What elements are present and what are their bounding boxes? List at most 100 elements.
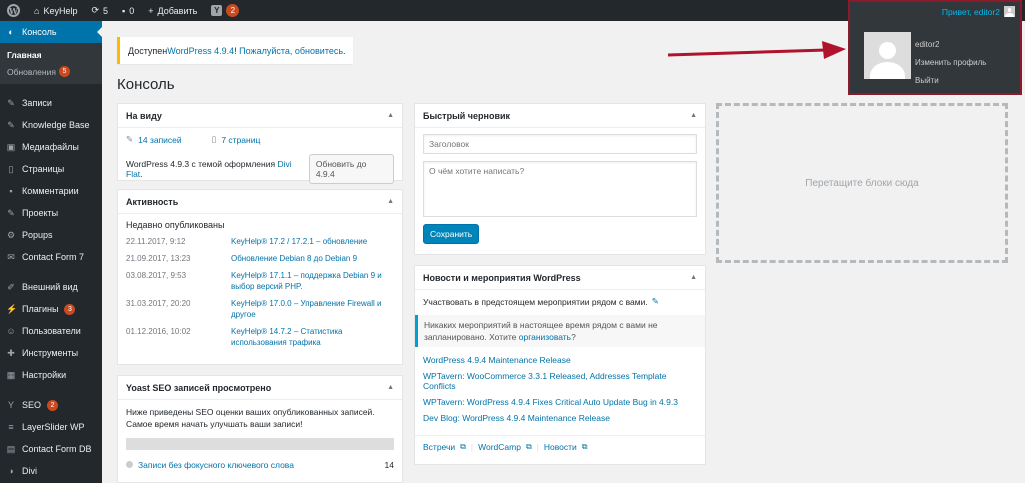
toggle-arrow-icon[interactable]: ▲ [690, 274, 697, 281]
submenu-updates[interactable]: Обновления 5 [0, 63, 102, 80]
updates-badge: 5 [58, 66, 70, 77]
comment-icon: ▪ [122, 5, 126, 16]
widget-header[interactable]: Активность ▲ [118, 190, 402, 214]
external-link-icon: ⧉ [525, 442, 532, 451]
quick-draft-widget: Быстрый черновик ▲ Заголовок О чём хотит… [414, 103, 706, 255]
version-info: WordPress 4.9.3 с темой оформления Divi … [126, 159, 309, 179]
notice-version-link[interactable]: WordPress 4.9.4 [167, 46, 234, 56]
news-link[interactable]: WordPress 4.9.4 Maintenance Release [423, 355, 571, 365]
menu-comments-label: Комментарии [22, 186, 79, 196]
activity-widget: Активность ▲ Недавно опубликованы 22.11.… [117, 189, 403, 365]
menu-pages[interactable]: ▯ Страницы [0, 158, 102, 180]
update-button[interactable]: Обновить до 4.9.4 [308, 154, 394, 184]
menu-comments[interactable]: ▪ Комментарии [0, 180, 102, 202]
menu-seo[interactable]: Y SEO 2 [0, 394, 102, 416]
news-link[interactable]: Dev Blog: WordPress 4.9.4 Maintenance Re… [423, 413, 610, 423]
activity-row: 31.03.2017, 20:20 KeyHelp® 17.0.0 – Упра… [126, 298, 394, 320]
yoast-icon: Y [7, 400, 14, 410]
notice-suffix: . [343, 45, 346, 56]
add-new-menu[interactable]: + Добавить [141, 0, 204, 21]
mail-icon: ✉ [7, 251, 15, 262]
menu-settings[interactable]: ▦ Настройки [0, 364, 102, 386]
menu-plugins[interactable]: ⚡ Плагины 3 [0, 298, 102, 320]
menu-layerslider[interactable]: ≡ LayerSlider WP [0, 416, 102, 438]
pages-count-link[interactable]: 7 страниц [221, 135, 260, 145]
seo-badge: 2 [47, 399, 59, 411]
menu-tools[interactable]: ✚ Инструменты [0, 342, 102, 364]
activity-date: 31.03.2017, 20:20 [126, 299, 191, 308]
toggle-arrow-icon[interactable]: ▲ [690, 112, 697, 119]
comments-link[interactable]: ▪ 0 [115, 0, 141, 21]
news-footer-link[interactable]: Новости [544, 442, 577, 452]
yoast-icon: Y [211, 5, 223, 16]
page-title: Консоль [117, 76, 175, 93]
version-text: WordPress 4.9.3 с темой оформления [126, 159, 278, 169]
brush-icon: ✐ [7, 281, 15, 292]
widget-header[interactable]: Новости и мероприятия WordPress ▲ [415, 266, 705, 290]
submenu-home[interactable]: Главная [0, 47, 102, 63]
divi-icon: ◑ [8, 466, 14, 476]
updates-count: 5 [103, 5, 109, 16]
wp-logo-menu[interactable]: W [0, 0, 27, 21]
avatar[interactable] [864, 32, 911, 79]
pencil-icon[interactable]: ✎ [652, 296, 659, 307]
recent-label: Недавно опубликованы [126, 220, 225, 230]
empty-dropzone[interactable]: Перетащите блоки сюда [716, 103, 1008, 263]
notice-update-link[interactable]: Пожалуйста, обновитесь [239, 46, 343, 56]
menu-contact-form-7[interactable]: ✉ Contact Form 7 [0, 246, 102, 268]
home-icon: ⌂ [34, 5, 40, 16]
menu-media[interactable]: ▣ Медиафайлы [0, 136, 102, 158]
widget-title: Быстрый черновик [423, 110, 511, 121]
menu-posts[interactable]: ✎ Записи [0, 92, 102, 114]
activity-post-link[interactable]: KeyHelp® 17.1.1 – поддержка Debian 9 и в… [231, 270, 394, 292]
draft-content-textarea[interactable]: О чём хотите написать? [423, 161, 697, 217]
yoast-menu[interactable]: Y 2 [204, 0, 246, 21]
gear-icon: ⚙ [6, 229, 16, 240]
widget-header[interactable]: Быстрый черновик ▲ [415, 104, 705, 128]
organize-link[interactable]: организовать [519, 332, 571, 342]
news-link[interactable]: WPTavern: WordPress 4.9.4 Fixes Critical… [423, 397, 678, 407]
notice-prefix: Доступен [128, 45, 168, 56]
wrench-icon: ✚ [7, 347, 15, 358]
menu-dashboard[interactable]: ◐ Консоль [0, 21, 102, 43]
activity-post-link[interactable]: KeyHelp® 17.0.0 – Управление Firewall и … [231, 298, 394, 320]
plugin-icon: ⚡ [6, 303, 18, 314]
menu-media-label: Медиафайлы [22, 142, 79, 152]
menu-seo-label: SEO [22, 400, 42, 410]
widget-header[interactable]: На виду ▲ [118, 104, 402, 128]
menu-appearance[interactable]: ✐ Внешний вид [0, 276, 102, 298]
my-account-link[interactable]: Привет, editor2 [942, 6, 1015, 17]
widget-header[interactable]: Yoast SEO записей просмотрено ▲ [118, 376, 402, 400]
menu-contact-form-db[interactable]: ▤ Contact Form DB [0, 438, 102, 460]
site-name-link[interactable]: ⌂ KeyHelp [27, 0, 84, 21]
pin-icon: ✎ [126, 134, 134, 144]
menu-popups-label: Popups [22, 230, 53, 240]
no-keyword-link[interactable]: Записи без фокусного ключевого слова [138, 460, 294, 470]
activity-row: 21.09.2017, 13:23 Обновление Debian 8 до… [126, 253, 394, 264]
activity-post-link[interactable]: Обновление Debian 8 до Debian 9 [231, 253, 357, 264]
activity-post-link[interactable]: KeyHelp® 14.7.2 – Статистика использован… [231, 326, 394, 348]
menu-projects[interactable]: ✎ Проекты [0, 202, 102, 224]
menu-users[interactable]: ☺ Пользователи [0, 320, 102, 342]
draft-title-input[interactable]: Заголовок [423, 134, 697, 154]
external-link-icon: ⧉ [581, 442, 588, 451]
logout-link[interactable]: Выйти [915, 72, 986, 90]
menu-popups[interactable]: ⚙ Popups [0, 224, 102, 246]
menu-knowledge-base-label: Knowledge Base [22, 120, 90, 130]
meetups-link[interactable]: Встречи [423, 442, 455, 452]
news-link[interactable]: WPTavern: WooCommerce 3.3.1 Released, Ad… [423, 371, 666, 391]
no-events-end: ? [571, 332, 576, 342]
toggle-arrow-icon[interactable]: ▲ [387, 384, 394, 391]
toggle-arrow-icon[interactable]: ▲ [387, 112, 394, 119]
wordcamp-link[interactable]: WordCamp [478, 442, 521, 452]
toggle-arrow-icon[interactable]: ▲ [387, 198, 394, 205]
menu-divi[interactable]: ◑ Divi [0, 460, 102, 482]
posts-count-link[interactable]: 14 записей [138, 135, 182, 145]
edit-profile-link[interactable]: Изменить профиль [915, 54, 986, 72]
updates-link[interactable]: ⟳ 5 [84, 0, 115, 21]
save-draft-button[interactable]: Сохранить [423, 224, 480, 244]
submenu-updates-label: Обновления [7, 66, 56, 77]
username-link[interactable]: editor2 [915, 36, 986, 54]
menu-knowledge-base[interactable]: ✎ Knowledge Base [0, 114, 102, 136]
activity-post-link[interactable]: KeyHelp® 17.2 / 17.2.1 – обновление [231, 236, 367, 247]
